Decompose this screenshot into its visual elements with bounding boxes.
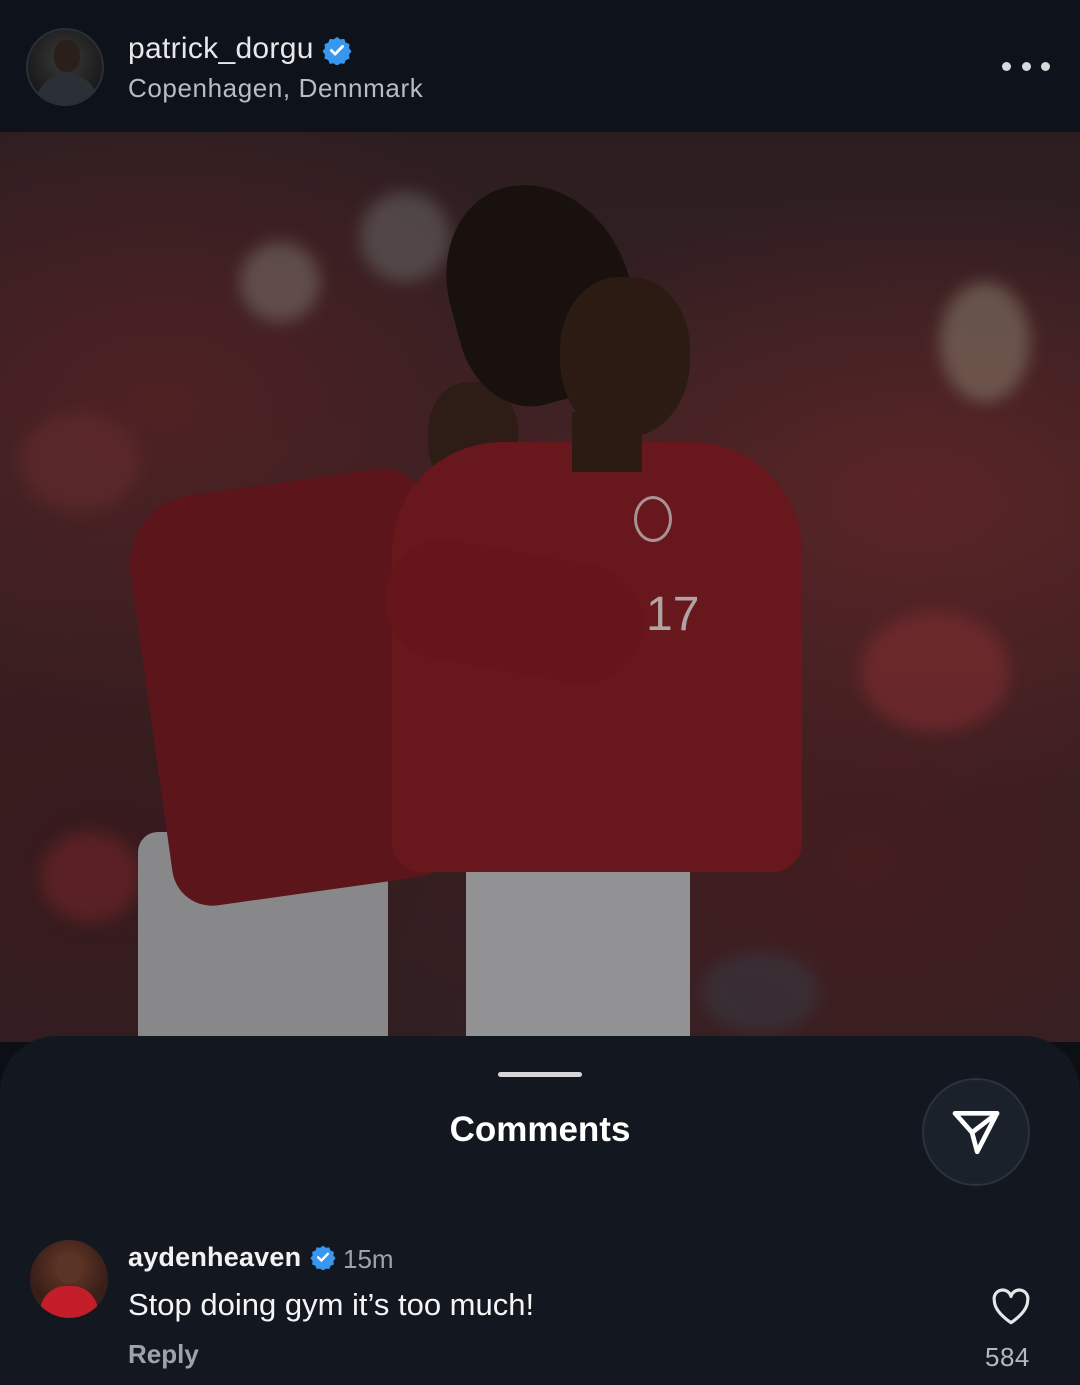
- post-header: patrick_dorgu Copenhagen, Dennmark: [0, 0, 1080, 132]
- dim-overlay: [0, 132, 1080, 1042]
- avatar-head: [54, 40, 80, 72]
- avatar-shirt: [40, 1286, 98, 1318]
- sheet-grabber[interactable]: [498, 1072, 582, 1077]
- comments-sheet: Comments aydenheaven 15m Stop doing gym …: [0, 1036, 1080, 1385]
- more-options-icon[interactable]: [1002, 52, 1050, 80]
- like-count: 584: [985, 1342, 1030, 1372]
- post-photo[interactable]: 17: [0, 132, 1080, 1042]
- commenter-username[interactable]: aydenheaven: [128, 1242, 301, 1273]
- verified-badge-icon: [310, 1245, 336, 1270]
- share-button[interactable]: [922, 1078, 1030, 1186]
- avatar-body: [36, 74, 98, 104]
- comment-timestamp: 15m: [343, 1244, 394, 1274]
- send-icon: [952, 1111, 1000, 1155]
- comment-text: Stop doing gym it’s too much!: [128, 1287, 535, 1322]
- commenter-avatar[interactable]: [30, 1240, 108, 1318]
- author-username[interactable]: patrick_dorgu: [128, 32, 314, 65]
- author-avatar[interactable]: [26, 28, 104, 106]
- reply-button[interactable]: Reply: [128, 1339, 199, 1370]
- post-location[interactable]: Copenhagen, Dennmark: [128, 73, 423, 104]
- heart-icon[interactable]: [990, 1286, 1032, 1326]
- avatar-head: [56, 1252, 82, 1284]
- comments-title: Comments: [449, 1110, 631, 1149]
- author-username-row[interactable]: patrick_dorgu: [128, 32, 352, 66]
- verified-badge-icon: [322, 36, 352, 66]
